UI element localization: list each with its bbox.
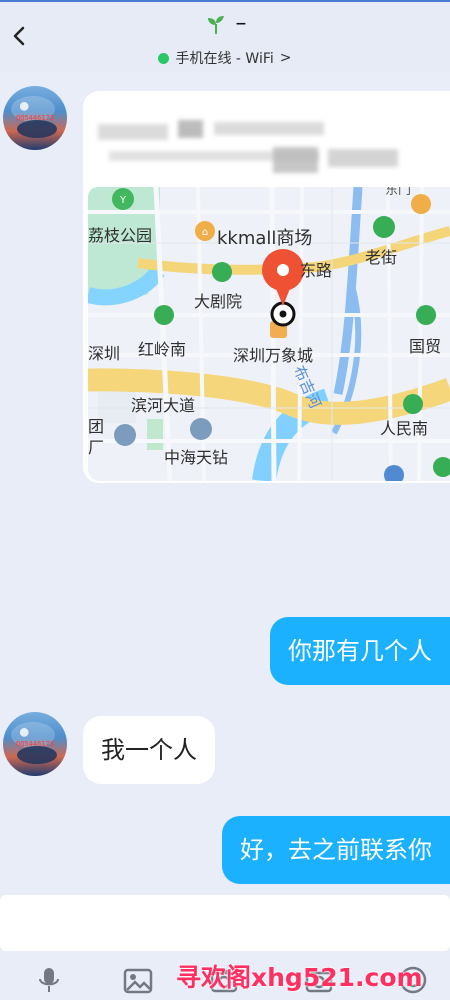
map-label-binhe: 滨河大道 bbox=[131, 396, 196, 415]
avatar-label: QQ5446173 bbox=[16, 114, 54, 122]
map-label-grand-theater: 大剧院 bbox=[194, 292, 243, 311]
map-label-guomao: 国贸 bbox=[409, 337, 442, 356]
message-bubble-incoming-1[interactable]: 我一个人 bbox=[83, 716, 215, 784]
sprout-icon bbox=[207, 16, 224, 34]
message-input[interactable] bbox=[12, 895, 436, 953]
site-watermark: 寻欢阁xhg521.com bbox=[176, 963, 423, 992]
message-bubble-outgoing-1[interactable]: 你那有几个人 bbox=[270, 617, 450, 685]
chevron-right-icon: > bbox=[279, 50, 292, 66]
blurred-address-block-6 bbox=[328, 149, 398, 167]
map-label-zhonghai: 中海天钻 bbox=[164, 448, 229, 467]
message-input-bar bbox=[0, 895, 450, 953]
svg-text:Y: Y bbox=[119, 195, 127, 206]
image-icon[interactable] bbox=[123, 965, 153, 995]
avatar-label-2: QQ5446173 bbox=[16, 740, 54, 748]
microphone-icon[interactable] bbox=[34, 965, 64, 995]
title-area: – 手机在线 - WiFi > bbox=[0, 11, 450, 68]
online-status[interactable]: 手机在线 - WiFi > bbox=[0, 48, 450, 68]
chat-title: – bbox=[204, 11, 247, 37]
map-label-dongmen: 东门 bbox=[385, 187, 412, 198]
title-dash: – bbox=[235, 11, 247, 36]
map-label-east-road: 东路 bbox=[300, 261, 333, 280]
map-label-factory: 厂 bbox=[88, 438, 105, 457]
map-label-shenzhen: 深圳 bbox=[88, 344, 121, 363]
map-label-kkmall: kkmall商场 bbox=[217, 228, 313, 249]
map-label-renmin: 人民南 bbox=[380, 419, 429, 438]
blurred-address-block-3 bbox=[214, 122, 324, 135]
blurred-address-block-2 bbox=[178, 120, 203, 138]
svg-text:⌂: ⌂ bbox=[202, 227, 208, 238]
chat-header: – 手机在线 - WiFi > bbox=[0, 0, 450, 72]
location-message-card[interactable]: Y ⌂ 荔枝公园 kkmall商场 东路 老街 大剧院 红岭南 深圳 深圳万象城… bbox=[83, 91, 450, 483]
online-dot-icon bbox=[158, 52, 170, 64]
contact-avatar[interactable]: QQ5446173 bbox=[3, 86, 67, 150]
map-label-laojie: 老街 bbox=[365, 248, 398, 267]
contact-avatar-2[interactable]: QQ5446173 bbox=[3, 712, 67, 776]
location-map[interactable]: Y ⌂ 荔枝公园 kkmall商场 东路 老街 大剧院 红岭南 深圳 深圳万象城… bbox=[88, 187, 450, 481]
blurred-address-block-1 bbox=[98, 124, 168, 140]
blurred-address-block-5 bbox=[273, 147, 318, 173]
online-status-text: 手机在线 - WiFi bbox=[175, 51, 274, 67]
map-label-lizhi: 荔枝公园 bbox=[88, 226, 153, 245]
message-bubble-outgoing-2[interactable]: 好，去之前联系你 bbox=[222, 816, 450, 884]
map-label-hongling: 红岭南 bbox=[138, 340, 187, 359]
map-label-mixc: 深圳万象城 bbox=[233, 346, 314, 365]
